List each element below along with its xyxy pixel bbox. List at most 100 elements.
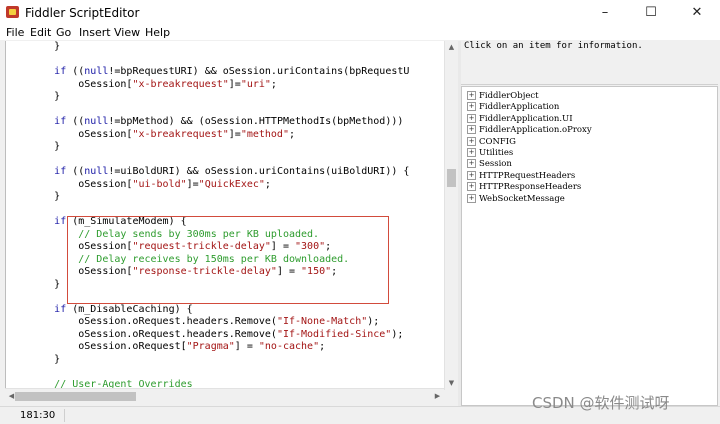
expand-plus-icon[interactable]: + (467, 136, 476, 146)
code-line: oSession.oRequest["Pragma"] = "no-cache"… (6, 341, 409, 354)
status-separator (64, 409, 65, 422)
code-token: "QuickExec" (198, 178, 265, 190)
code-token: ] = (234, 341, 259, 352)
tree-item[interactable]: + CONFIG (467, 136, 516, 148)
scroll-right-arrow-icon[interactable]: ▶ (431, 392, 444, 400)
watermark: CSDN @软件测试呀 (532, 394, 670, 412)
code-token: oSession[ (6, 178, 133, 190)
tree-item-label: FiddlerObject (479, 91, 539, 101)
horizontal-scroll-thumb[interactable] (15, 392, 136, 401)
expand-plus-icon[interactable]: + (467, 91, 476, 100)
code-token: "method" (240, 128, 289, 140)
menu-insert[interactable]: Insert (79, 26, 111, 40)
code-token: } (6, 41, 61, 52)
code-area[interactable]: } if ((null!=bpRequestURI) && oSession.u… (6, 41, 409, 388)
tree-item[interactable]: + WebSocketMessage (467, 193, 565, 205)
code-token: ; (288, 128, 296, 140)
class-tree[interactable]: + FiddlerObject + FiddlerApplication + Fiddle… (461, 86, 718, 406)
menu-help[interactable]: Help (145, 26, 170, 40)
expand-plus-icon[interactable]: + (467, 193, 476, 203)
expand-plus-icon[interactable]: + (467, 182, 476, 192)
code-line: if ((null!=bpRequestURI) && oSession.uri… (6, 66, 409, 79)
code-token: (( (66, 116, 85, 127)
menu-file[interactable]: File (6, 26, 24, 40)
tree-item-label: Utilities (479, 148, 514, 158)
code-line: // User-Agent Overrides (6, 379, 409, 389)
tree-item[interactable]: + FiddlerApplication.UI (467, 113, 573, 125)
code-token: "Pragma" (186, 341, 235, 352)
code-token: if (54, 116, 67, 127)
expand-plus-icon[interactable]: + (467, 170, 476, 180)
code-token: oSession.oRequest.headers.Remove( (6, 328, 277, 340)
cursor-position: 181:30 (20, 410, 56, 421)
code-line: } (6, 354, 409, 367)
code-token: } (6, 278, 61, 290)
script-editor[interactable]: } if ((null!=bpRequestURI) && oSession.u… (5, 41, 445, 388)
tree-item-label: FiddlerApplication (479, 102, 560, 113)
code-token: } (6, 191, 61, 202)
info-text: Click on an item for information. (464, 41, 643, 51)
minimize-button[interactable]: – (582, 0, 628, 26)
code-token: null (84, 166, 109, 177)
code-token: if (54, 216, 67, 227)
tree-item[interactable]: + FiddlerApplication (467, 102, 559, 113)
tree-item-label: CONFIG (479, 136, 516, 147)
maximize-button[interactable]: ☐ (628, 0, 674, 26)
expand-plus-icon[interactable]: + (467, 102, 476, 112)
menu-view[interactable]: View (114, 26, 140, 40)
window-title: Fiddler ScriptEditor (25, 6, 140, 20)
code-token: ]= (186, 178, 199, 190)
code-token: oSession[ (6, 78, 133, 90)
scroll-down-arrow-icon[interactable]: ▼ (445, 379, 458, 387)
code-token: // User-Agent Overrides (54, 378, 193, 389)
code-token: (m_DisableCaching) { (66, 303, 193, 315)
info-panel: Click on an item for information. (461, 41, 718, 85)
tree-item[interactable]: + FiddlerObject (467, 91, 539, 102)
code-token: "no-cache" (258, 341, 320, 352)
code-token: } (6, 91, 61, 102)
code-token: if (54, 66, 67, 77)
scroll-up-arrow-icon[interactable]: ▲ (445, 43, 458, 51)
code-token: ); (391, 328, 404, 340)
tree-item[interactable]: + Session (467, 159, 512, 170)
code-token: null (84, 116, 109, 127)
vertical-scrollbar[interactable]: ▲ ▼ (444, 41, 458, 390)
tree-item-label: Session (479, 159, 512, 170)
tree-item[interactable]: + HTTPRequestHeaders (467, 170, 575, 182)
code-token: null (84, 66, 109, 77)
code-token: !=bpMethod) && (oSession.HTTPMethodIs(bp… (108, 116, 404, 127)
code-line: } (6, 91, 409, 104)
tree-item[interactable]: + Utilities (467, 148, 513, 159)
code-token: ; (270, 78, 277, 90)
code-token: "ui-bold" (132, 178, 187, 190)
code-token: "If-None-Match" (276, 316, 368, 327)
tree-item-label: FiddlerApplication.UI (479, 113, 573, 124)
code-token: ; (264, 178, 271, 190)
menu-bar: File Edit Go Insert View Help (0, 26, 720, 40)
code-token: if (54, 166, 67, 177)
expand-plus-icon[interactable]: + (467, 159, 476, 169)
horizontal-scrollbar[interactable]: ◀ ▶ (5, 388, 444, 404)
code-token: ); (367, 316, 380, 327)
simulate-modem-highlight (67, 216, 389, 304)
close-button[interactable]: ✕ (674, 0, 720, 26)
menu-go[interactable]: Go (56, 26, 71, 40)
vertical-scroll-thumb[interactable] (447, 169, 456, 187)
expand-plus-icon[interactable]: + (467, 113, 476, 123)
tree-item[interactable]: + FiddlerApplication.oProxy (467, 125, 592, 136)
code-line: } (6, 141, 409, 154)
tree-item[interactable]: + HTTPResponseHeaders (467, 182, 581, 193)
expand-plus-icon[interactable]: + (467, 148, 476, 157)
code-line: } (6, 41, 409, 54)
code-token: oSession.oRequest[ (6, 341, 187, 352)
menu-edit[interactable]: Edit (30, 26, 51, 40)
expand-plus-icon[interactable]: + (467, 125, 476, 135)
